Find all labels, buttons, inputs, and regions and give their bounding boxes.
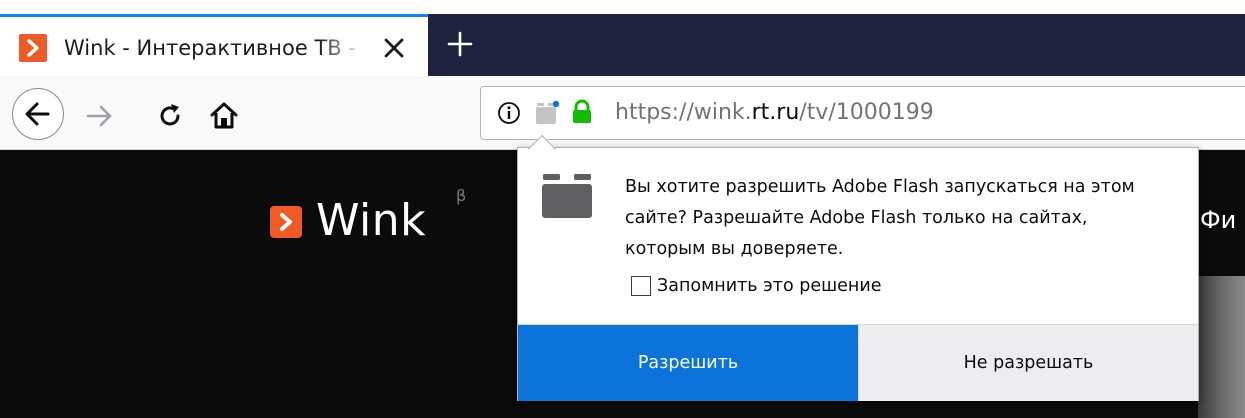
back-button[interactable]: [12, 88, 64, 140]
url-host: rt.ru: [751, 100, 800, 125]
flash-permission-popup: Вы хотите разрешить Adobe Flash запускат…: [517, 147, 1199, 401]
url-scheme: https://wink.: [615, 100, 752, 125]
reload-button[interactable]: [152, 98, 188, 134]
allow-button[interactable]: Разрешить: [518, 325, 858, 401]
plugin-icon[interactable]: [533, 99, 561, 127]
forward-button[interactable]: [82, 98, 118, 134]
url-text[interactable]: https://wink.rt.ru/tv/1000199: [615, 99, 934, 127]
page-hero-image: [1198, 276, 1245, 418]
arrow-left-icon: [25, 102, 50, 126]
remember-label[interactable]: Запомнить это решение: [657, 272, 881, 300]
popup-message: Вы хотите разрешить Adobe Flash запускат…: [625, 177, 1135, 259]
tab-wink[interactable]: Wink - Интерактивное ТВ - Ма: [0, 14, 428, 76]
popup-footer: Разрешить Не разрешать: [518, 324, 1198, 401]
address-bar[interactable]: https://wink.rt.ru/tv/1000199: [480, 86, 1245, 140]
page-nav-item[interactable]: Фи: [1200, 206, 1236, 234]
arrow-right-icon: [86, 105, 112, 127]
deny-button[interactable]: Не разрешать: [858, 325, 1198, 401]
lock-icon: [571, 99, 593, 125]
info-icon[interactable]: [496, 100, 522, 126]
wink-play-icon: [19, 34, 47, 62]
tab-strip-background: [428, 14, 1245, 76]
plugin-icon: [540, 170, 596, 220]
home-icon: [210, 102, 238, 129]
tab-active-indicator: [0, 14, 428, 17]
close-icon[interactable]: [378, 32, 410, 64]
url-path: /tv/1000199: [799, 100, 934, 125]
wink-logo-mark: [270, 206, 302, 238]
checkbox-box[interactable]: [631, 276, 651, 296]
beta-label: β: [456, 186, 467, 205]
wink-logo-text: Wink: [316, 195, 427, 246]
home-button[interactable]: [206, 98, 242, 134]
plus-icon[interactable]: [444, 28, 476, 60]
tab-strip: Wink - Интерактивное ТВ - Ма: [0, 0, 1245, 76]
tab-title: Wink - Интерактивное ТВ - Ма: [64, 36, 364, 60]
reload-icon: [160, 104, 180, 126]
